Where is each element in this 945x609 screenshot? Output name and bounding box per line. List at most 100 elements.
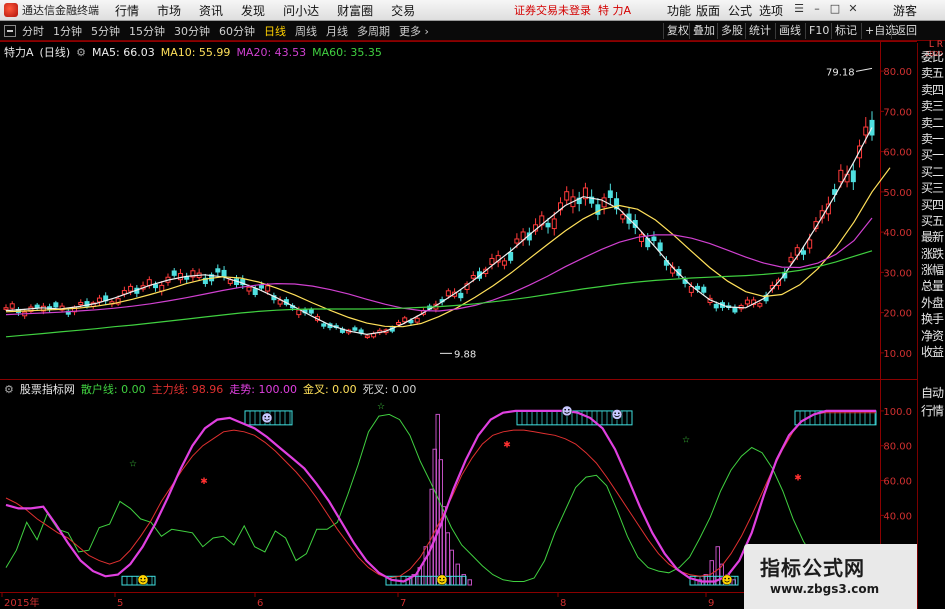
maximize-icon[interactable]: □ (828, 2, 842, 16)
side-panel-item-6[interactable]: 买一 (918, 147, 945, 163)
candle-up (78, 301, 84, 306)
period-tab-timeshare[interactable]: 分时 (22, 23, 44, 39)
ma5-label: MA5: 66.03 (92, 45, 155, 59)
menu-item-wealth-circle[interactable]: 财富圈 (337, 2, 373, 19)
candle-up (470, 274, 476, 279)
menu-item-market-quotes[interactable]: 行情 (115, 2, 139, 19)
stock-label: 特力A (4, 46, 34, 59)
toggle-panel-icon[interactable] (4, 24, 16, 37)
candle-up (9, 303, 15, 309)
period-tab-30min[interactable]: 30分钟 (174, 23, 210, 39)
side-panel-bottom-item-0[interactable]: 自动 (918, 385, 945, 403)
guest-label[interactable]: 游客 (893, 2, 917, 19)
menu-item-ask[interactable]: 问小达 (283, 2, 319, 19)
menu-item-functions[interactable]: 功能 (667, 2, 691, 19)
back-button[interactable]: 返回 (891, 23, 920, 39)
candle-up (177, 272, 183, 281)
side-panel-item-13[interactable]: 涨幅 (918, 262, 945, 278)
side-panel-item-4[interactable]: 卖二 (918, 115, 945, 131)
candle-down (308, 308, 314, 314)
menu-item-trade[interactable]: 交易 (391, 2, 415, 19)
candle-down (701, 286, 707, 293)
kline-chart-svg[interactable]: 80.00 70.00 60.00 50.00 40.00 30.00 20.00 10.00… (0, 41, 917, 609)
indicator-tick-label: 40.00 (883, 511, 912, 522)
side-panel-item-17[interactable]: 净资 (918, 328, 945, 344)
period-tab-1min[interactable]: 1分钟 (53, 23, 82, 39)
side-panel-item-3[interactable]: 卖三 (918, 98, 945, 114)
candle-down (153, 284, 159, 289)
golden-cross-smiley-icon (137, 574, 149, 586)
side-panel-item-2[interactable]: 卖四 (918, 82, 945, 98)
statistics-button[interactable]: 统计 (745, 23, 774, 39)
candle-up (838, 169, 844, 183)
menu-item-formula[interactable]: 公式 (728, 2, 752, 19)
overlay-button[interactable]: 叠加 (689, 23, 718, 39)
menu-item-market[interactable]: 市场 (157, 2, 181, 19)
watermark-title: 指标公式网 (760, 556, 865, 580)
period-tab-5min[interactable]: 5分钟 (91, 23, 120, 39)
death-cross-face-icon-eye (564, 408, 566, 411)
minimize-icon[interactable]: – (810, 2, 824, 16)
period-tab-more[interactable]: 更多 › (399, 23, 429, 39)
side-panel-item-7[interactable]: 买二 (918, 164, 945, 180)
side-panel-item-11[interactable]: 最新 (918, 229, 945, 245)
multi-stock-button[interactable]: 多股 (717, 23, 746, 39)
golden-cross-smiley-icon (436, 574, 448, 586)
side-panel-item-1[interactable]: 卖五 (918, 65, 945, 81)
login-warning[interactable]: 证券交易未登录 特 力A (514, 2, 631, 18)
death-cross-face-icon-eye (268, 415, 270, 418)
date-tick-label: 5 (117, 598, 123, 609)
period-tab-60min[interactable]: 60分钟 (219, 23, 255, 39)
f10-button[interactable]: F10 (805, 23, 832, 39)
side-panel-item-16[interactable]: 换手 (918, 311, 945, 327)
side-panel-item-12[interactable]: 涨跌 (918, 246, 945, 262)
ma-line-ma5 (5, 127, 873, 336)
period-tab-multi[interactable]: 多周期 (357, 23, 390, 39)
price-tick-label: 40.00 (883, 228, 912, 239)
menu-item-news[interactable]: 资讯 (199, 2, 223, 19)
draw-line-button[interactable]: 画线 (775, 23, 804, 39)
side-panel-item-10[interactable]: 买五 (918, 213, 945, 229)
side-panel-item-14[interactable]: 总量 (918, 278, 945, 294)
side-panel-bottom-buttons: 自动 行情 (918, 385, 945, 421)
close-icon[interactable]: ✕ (846, 2, 860, 16)
indicator-settings-icon[interactable]: ⚙ (4, 383, 14, 396)
period-tab-15min[interactable]: 15分钟 (129, 23, 165, 39)
menu-item-discover[interactable]: 发现 (241, 2, 265, 19)
chart-area[interactable]: 80.00 70.00 60.00 50.00 40.00 30.00 20.00 10.00… (0, 41, 945, 609)
side-panel-item-0[interactable]: 委比 (918, 49, 945, 65)
side-panel-item-8[interactable]: 买三 (918, 180, 945, 196)
side-panel-bottom-item-1[interactable]: 行情 (918, 403, 945, 421)
mark-button[interactable]: 标记 (831, 23, 860, 39)
side-panel-item-9[interactable]: 买四 (918, 197, 945, 213)
settings-icon[interactable]: ⚙ (76, 46, 86, 59)
candle-up (514, 238, 520, 244)
indicator-tick-label: 80.00 (883, 442, 912, 453)
candle-up (564, 191, 570, 201)
golden-cross-smiley-icon-eye (140, 577, 142, 580)
date-tick-label: 9 (708, 598, 714, 609)
menu-item-layout[interactable]: 版面 (696, 2, 720, 19)
period-tab-weekly[interactable]: 周线 (295, 23, 317, 39)
side-panel-buttons: 委比 卖五 卖四 卖三 卖二 卖一 买一 买二 买三 买四 买五 最新 涨跌 涨幅 总量 外盘 换手 净资 收益 (918, 49, 945, 360)
candle-up (807, 239, 813, 249)
menu-item-options[interactable]: 选项 (759, 2, 783, 19)
period-tab-daily[interactable]: 日线 (264, 23, 286, 39)
side-panel-item-18[interactable]: 收益 (918, 344, 945, 360)
candle-down (321, 323, 327, 327)
high-price-label: 79.18 (826, 67, 855, 78)
menu-icon[interactable]: ☰ (792, 2, 806, 16)
sell-star-marker: ☆ (129, 460, 137, 470)
candle-up (246, 286, 252, 292)
side-panel-item-5[interactable]: 卖一 (918, 131, 945, 147)
app-title: 通达信金融终端 (22, 4, 99, 17)
side-panel-item-15[interactable]: 外盘 (918, 295, 945, 311)
candle-down (545, 222, 551, 228)
candle-down (352, 327, 358, 331)
period-tab-monthly[interactable]: 月线 (326, 23, 348, 39)
golden-cross-smiley-icon (721, 574, 733, 586)
death-cross-face-icon-eye (264, 415, 267, 418)
adjust-button[interactable]: 复权 (663, 23, 692, 39)
candle-down (651, 236, 657, 242)
price-tick-label: 30.00 (883, 268, 912, 279)
